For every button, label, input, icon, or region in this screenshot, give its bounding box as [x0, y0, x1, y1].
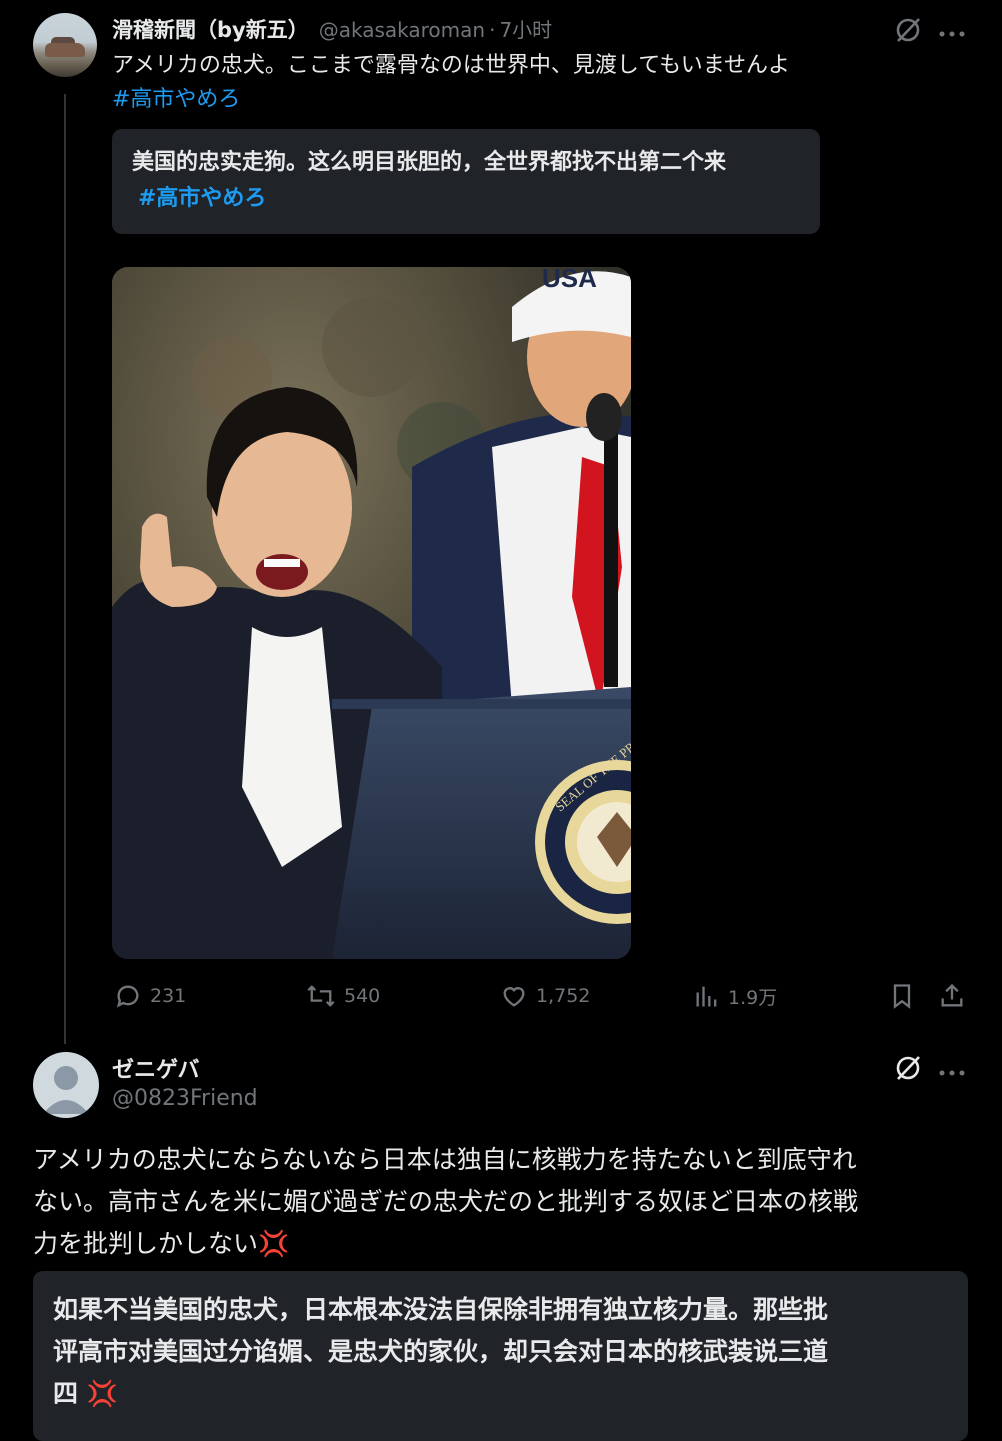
svg-text:USA: USA: [542, 267, 597, 293]
translation-text: 美国的忠实走狗。这么明目张胆的，全世界都找不出第二个来: [132, 150, 727, 175]
post-text: アメリカの忠犬。ここまで露骨なのは世界中、見渡してもいませんよ #高市やめろ: [112, 49, 972, 117]
like-count: 1,752: [536, 985, 591, 1007]
post-header: 滑稽新聞（by新五） @akasakaroman · 7小时: [112, 14, 552, 44]
view-count: 1.9万: [728, 986, 778, 1009]
reply-line: アメリカの忠犬にならないなら日本は独自に核戦力を持たないと到底守れ: [33, 1145, 857, 1174]
post-time[interactable]: 7小时: [499, 14, 552, 43]
like-button[interactable]: 1,752: [500, 982, 590, 1010]
thread-line: [64, 94, 66, 1044]
anger-emoji: 💢: [258, 1229, 290, 1258]
post-body: アメリカの忠犬。ここまで露骨なのは世界中、見渡してもいませんよ: [112, 53, 791, 78]
more-icon[interactable]: [938, 24, 966, 43]
reply-display-name[interactable]: ゼニゲバ: [112, 1052, 200, 1084]
like-icon: [503, 987, 525, 1007]
hashtag-link[interactable]: #高市やめろ: [112, 83, 972, 117]
grok-icon[interactable]: [892, 1052, 924, 1088]
reply-handle[interactable]: @0823Friend: [112, 1086, 258, 1111]
reply-count: 231: [150, 985, 187, 1007]
bookmark-icon[interactable]: [888, 982, 916, 1014]
separator: ·: [489, 18, 496, 42]
translation-box: 美国的忠实走狗。这么明目张胆的，全世界都找不出第二个来 #高市やめろ: [112, 129, 820, 234]
post-image[interactable]: USA SEAL OF THE PRESIDENT: [112, 267, 631, 959]
handle[interactable]: @akasakaroman: [319, 18, 485, 42]
views-button[interactable]: 1.9万: [694, 982, 777, 1010]
views-icon: [696, 986, 717, 1007]
repost-button[interactable]: 540: [306, 982, 380, 1010]
translation-line: 四: [53, 1379, 79, 1408]
translation-hashtag[interactable]: #高市やめろ: [132, 181, 812, 217]
translation-box: 如果不当美国的忠犬，日本根本没法自保除非拥有独立核力量。那些批 评高市对美国过分…: [33, 1271, 968, 1441]
translation-line: 如果不当美国的忠犬，日本根本没法自保除非拥有独立核力量。那些批: [53, 1295, 829, 1324]
more-icon[interactable]: [938, 1063, 966, 1082]
repost-icon: [307, 985, 335, 1007]
photo-illustration: USA SEAL OF THE PRESIDENT: [112, 267, 631, 959]
anger-emoji: 💢: [86, 1379, 118, 1408]
share-icon[interactable]: [938, 982, 966, 1014]
display-name[interactable]: 滑稽新聞（by新五）: [112, 14, 309, 44]
repost-count: 540: [344, 985, 381, 1007]
avatar[interactable]: [33, 13, 97, 77]
reply-line: 力を批判しかしない: [33, 1229, 259, 1258]
avatar-default[interactable]: [33, 1052, 99, 1118]
reply-button[interactable]: 231: [114, 982, 186, 1010]
translation-line: 评高市对美国过分谄媚、是忠犬的家伙，却只会对日本的核武装说三道: [53, 1337, 829, 1366]
reply-icon: [116, 985, 139, 1008]
grok-icon[interactable]: [892, 14, 924, 50]
reply-line: ない。高市さんを米に媚び過ぎだの忠犬だのと批判する奴ほど日本の核戦: [33, 1187, 859, 1216]
reply-text: アメリカの忠犬にならないなら日本は独自に核戦力を持たないと到底守れ ない。高市さ…: [33, 1139, 973, 1265]
